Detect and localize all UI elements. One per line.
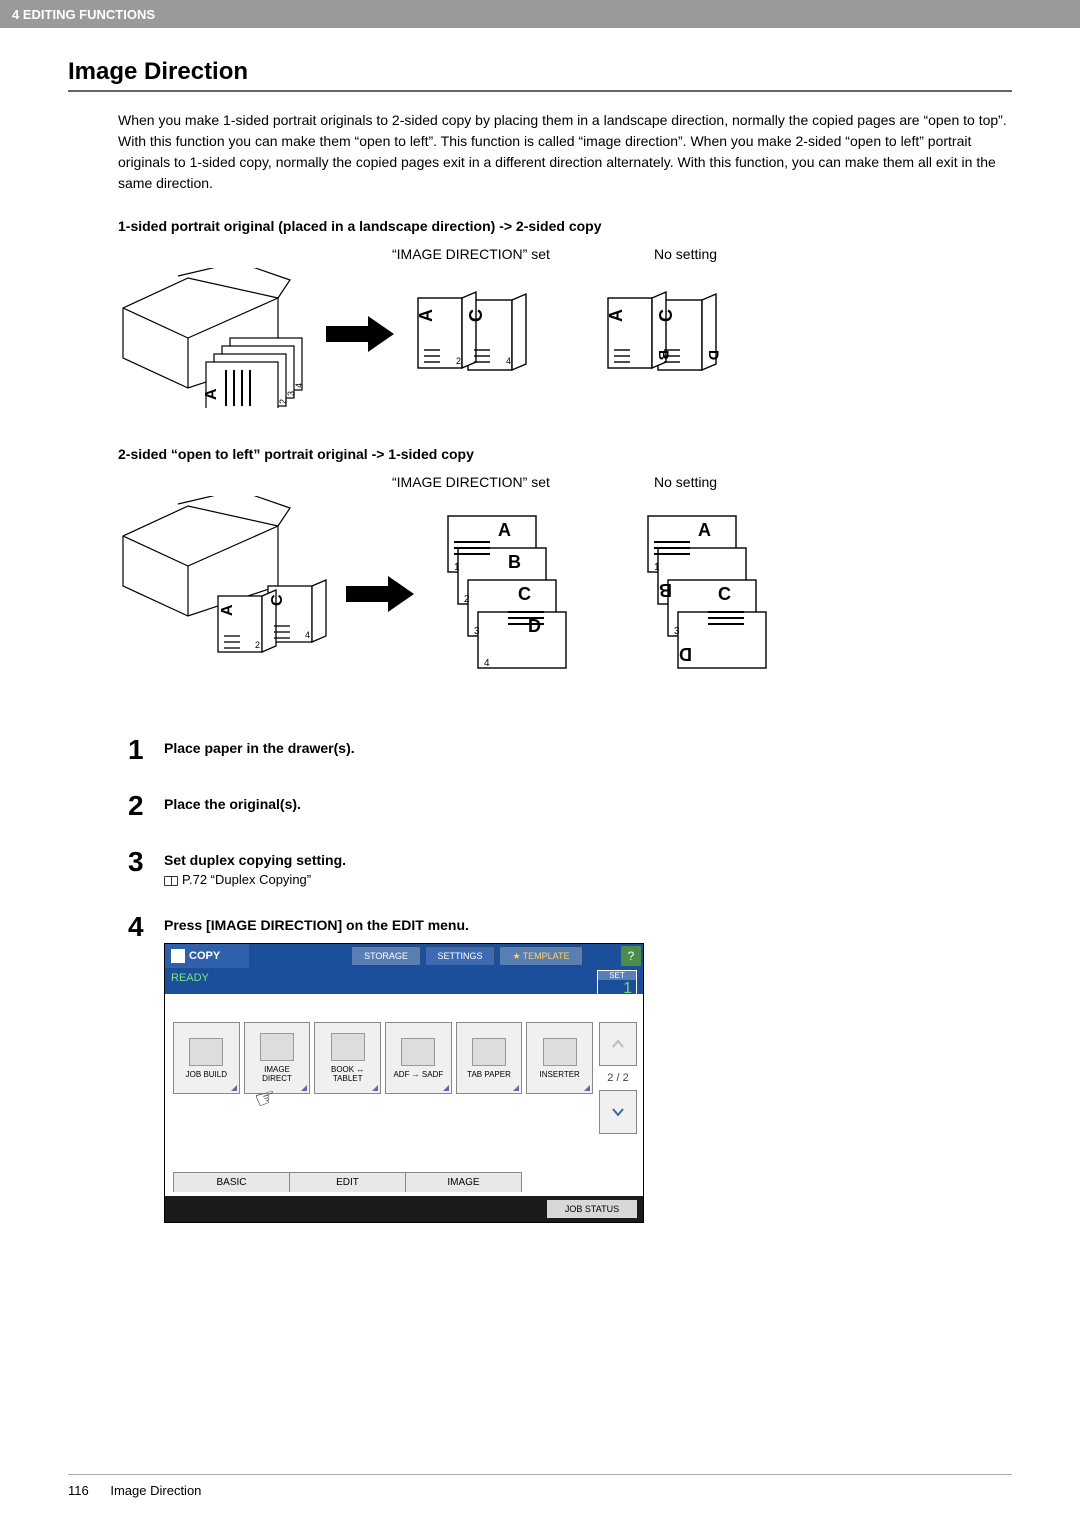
svg-text:4: 4 [305, 630, 310, 640]
svg-text:C: C [269, 594, 286, 606]
svg-text:3: 3 [674, 626, 680, 637]
step-number: 2 [128, 790, 164, 822]
more-icon [513, 1085, 519, 1091]
steps-list: 1 Place paper in the drawer(s). 2 Place … [128, 734, 1012, 1223]
svg-text:1: 1 [654, 562, 660, 573]
subheading-1: 1-sided portrait original (placed in a l… [118, 218, 1012, 234]
svg-text:4: 4 [484, 658, 490, 669]
copier-panel-screenshot: COPY STORAGE SETTINGS ★TEMPLATE ? READY … [164, 943, 644, 1223]
svg-text:B: B [659, 580, 672, 600]
page-content: Image Direction When you make 1-sided po… [0, 28, 1080, 1223]
svg-text:A: A [219, 604, 236, 616]
subheading-2: 2-sided “open to left” portrait original… [118, 446, 1012, 462]
svg-text:3: 3 [474, 626, 480, 637]
step-title: Place the original(s). [164, 796, 1012, 812]
svg-text:A: A [203, 388, 220, 400]
panel-set-counter: SET 1 [597, 970, 637, 1008]
panel-scroll-down[interactable] [599, 1090, 637, 1134]
more-icon [301, 1085, 307, 1091]
panel-mode-copy[interactable]: COPY [165, 944, 249, 968]
panel-btn-inserter[interactable]: INSERTER [526, 1022, 593, 1094]
step-number: 3 [128, 846, 164, 887]
svg-text:1: 1 [454, 562, 460, 573]
more-icon [584, 1085, 590, 1091]
svg-text:D: D [679, 644, 692, 664]
star-icon: ★ [513, 951, 521, 962]
svg-text:C: C [656, 309, 676, 322]
svg-text:A: A [416, 309, 436, 322]
svg-text:D: D [706, 350, 722, 360]
step-1: 1 Place paper in the drawer(s). [128, 734, 1012, 766]
diagram1-label-set: “IMAGE DIRECTION” set [392, 246, 550, 262]
page-footer: 116 Image Direction [68, 1474, 1012, 1498]
panel-scroll-up[interactable] [599, 1022, 637, 1066]
step-title: Set duplex copying setting. [164, 852, 1012, 868]
panel-category-image[interactable]: IMAGE [405, 1172, 522, 1192]
step-4: 4 Press [IMAGE DIRECTION] on the EDIT me… [128, 911, 1012, 1223]
panel-btn-job-build[interactable]: JOB BUILD [173, 1022, 240, 1094]
svg-text:B: B [656, 350, 672, 360]
panel-btn-tab-paper[interactable]: TAB PAPER [456, 1022, 523, 1094]
step-2: 2 Place the original(s). [128, 790, 1012, 822]
svg-text:2: 2 [464, 594, 470, 605]
diagram2-label-noset: No setting [654, 474, 717, 490]
panel-status-ready: READY [171, 972, 209, 984]
svg-text:C: C [466, 309, 486, 322]
panel-help-button[interactable]: ? [621, 946, 641, 966]
step-title: Press [IMAGE DIRECTION] on the EDIT menu… [164, 917, 1012, 933]
svg-text:2: 2 [456, 356, 461, 366]
section-title: Image Direction [68, 58, 1012, 92]
intro-paragraph: When you make 1-sided portrait originals… [118, 110, 1012, 194]
step-reference: P.72 “Duplex Copying” [164, 872, 1012, 887]
svg-text:2: 2 [255, 640, 260, 650]
svg-text:C: C [518, 584, 531, 604]
panel-page-indicator: 2 / 2 [599, 1072, 637, 1084]
more-icon [231, 1085, 237, 1091]
diagram-2: “IMAGE DIRECTION” set No setting [118, 474, 1012, 674]
svg-text:B: B [508, 552, 521, 572]
book-tablet-icon [331, 1033, 365, 1061]
image-direction-icon [260, 1033, 294, 1061]
job-build-icon [189, 1038, 223, 1066]
diagram1-label-noset: No setting [654, 246, 717, 262]
more-icon [443, 1085, 449, 1091]
svg-text:2: 2 [278, 399, 288, 404]
svg-text:3: 3 [286, 391, 296, 396]
chapter-breadcrumb: 4 EDITING FUNCTIONS [12, 7, 155, 22]
panel-tab-settings[interactable]: SETTINGS [425, 946, 495, 966]
panel-job-status[interactable]: JOB STATUS [547, 1200, 637, 1218]
diagram2-image: A C 2 4 A B C [118, 496, 818, 681]
panel-category-basic[interactable]: BASIC [173, 1172, 290, 1192]
footer-title: Image Direction [110, 1483, 201, 1498]
step-number: 1 [128, 734, 164, 766]
step-number: 4 [128, 911, 164, 1223]
inserter-icon [543, 1038, 577, 1066]
more-icon [372, 1085, 378, 1091]
panel-btn-image-direction[interactable]: IMAGE DIRECT [244, 1022, 311, 1094]
diagram1-image: A 1 2 3 4 A [118, 268, 818, 413]
panel-btn-adf-sadf[interactable]: ADF → SADF [385, 1022, 452, 1094]
panel-tab-storage[interactable]: STORAGE [351, 946, 421, 966]
diagram-1: “IMAGE DIRECTION” set No setting A [118, 246, 1012, 416]
tab-paper-icon [472, 1038, 506, 1066]
copy-icon [171, 949, 185, 963]
svg-text:C: C [718, 584, 731, 604]
svg-text:A: A [498, 520, 511, 540]
svg-text:1: 1 [270, 407, 280, 408]
panel-btn-book-tablet[interactable]: BOOK ↔ TABLET [314, 1022, 381, 1094]
adf-icon [401, 1038, 435, 1066]
svg-text:A: A [606, 309, 626, 322]
book-icon [164, 876, 178, 886]
panel-category-edit[interactable]: EDIT [289, 1172, 406, 1192]
step-3: 3 Set duplex copying setting. P.72 “Dupl… [128, 846, 1012, 887]
diagram2-label-set: “IMAGE DIRECTION” set [392, 474, 550, 490]
panel-tab-template[interactable]: ★TEMPLATE [499, 946, 583, 966]
svg-text:A: A [698, 520, 711, 540]
svg-text:4: 4 [294, 383, 304, 388]
page-number: 116 [68, 1483, 89, 1498]
step-title: Place paper in the drawer(s). [164, 740, 1012, 756]
svg-text:4: 4 [506, 356, 511, 366]
chapter-header: 4 EDITING FUNCTIONS [0, 0, 1080, 28]
